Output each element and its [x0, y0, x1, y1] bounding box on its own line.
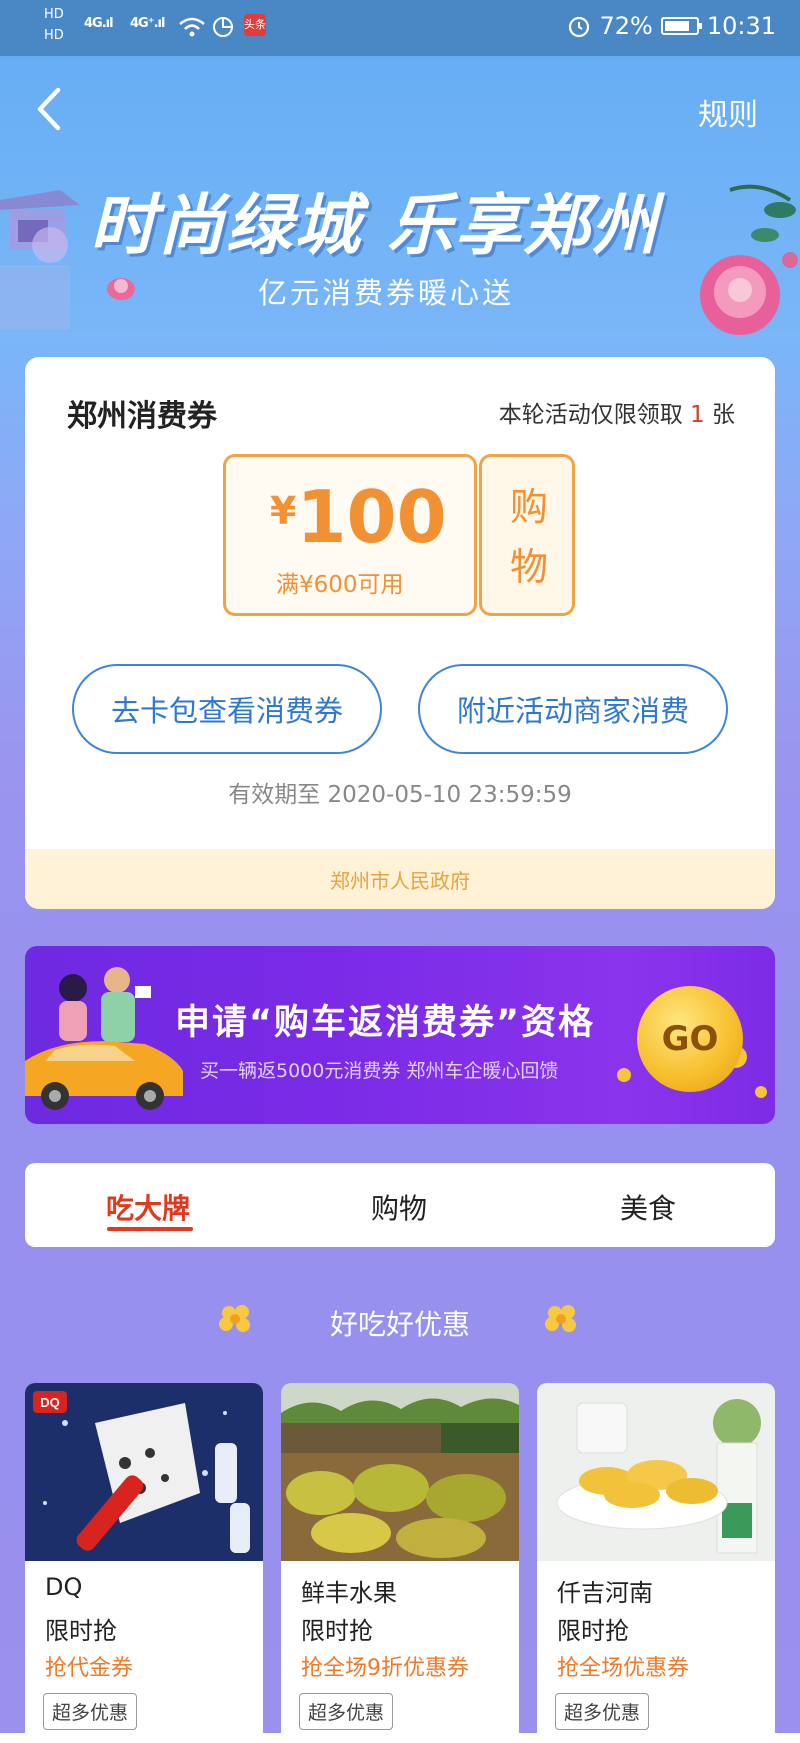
product-badge: 超多优惠 [43, 1693, 138, 1730]
product-tag: 限时抢 [557, 1617, 629, 1645]
product-tag: 限时抢 [301, 1617, 373, 1645]
coupon-type-section: 购物 [479, 454, 575, 616]
product-card-xianfeng[interactable]: 鲜丰水果 限时抢 抢全场9折优惠券 超多优惠 [281, 1383, 519, 1743]
coin-decoration [617, 1068, 631, 1082]
toutiao-app-icon: 头条 [244, 14, 266, 36]
coupon-condition: 满¥600可用 [276, 572, 404, 598]
coin-decoration [755, 1086, 767, 1098]
battery-percent: 72% [599, 12, 653, 40]
tab-brands[interactable]: 吃大牌 [106, 1187, 190, 1227]
banner-subtitle: 买一辆返5000元消费券 郑州车企暖心回馈 [200, 1060, 559, 1082]
dq-blizzard-image: DQ [25, 1383, 263, 1561]
banner-title: 申请“购车返消费券”资格 [175, 1003, 596, 1043]
coupon-ticket[interactable]: ¥100 满¥600可用 购物 [223, 454, 575, 616]
pinwheel-icon [213, 17, 233, 37]
product-card-dq[interactable]: DQ DQ 限时抢 抢代金券 超多优惠 [25, 1383, 263, 1743]
dq-logo: DQ [40, 1395, 60, 1410]
product-offer: 抢代金券 [45, 1656, 134, 1681]
claim-limit-count: 1 [690, 402, 705, 428]
product-name: 仟吉河南 [557, 1579, 653, 1607]
section-title: 好吃好优惠 [329, 1308, 470, 1341]
currency-symbol: ¥ [270, 489, 297, 533]
hd-indicators: HD HD [44, 8, 64, 42]
status-right: 72% 10:31 [567, 12, 776, 40]
pastry-image [537, 1383, 775, 1561]
active-tab-indicator [107, 1227, 193, 1231]
tab-shopping[interactable]: 购物 [371, 1187, 427, 1227]
view-wallet-button[interactable]: 去卡包查看消费券 [72, 664, 382, 754]
lotus-icon [107, 278, 135, 300]
product-tag: 限时抢 [45, 1617, 117, 1645]
coupon-card-title: 郑州消费券 [67, 399, 217, 434]
issuer-footer: 郑州市人民政府 [25, 849, 775, 909]
coupon-card: 郑州消费券 本轮活动仅限领取 1 张 ¥100 满¥600可用 购物 去卡包查看… [25, 357, 775, 909]
clock: 10:31 [706, 12, 776, 40]
product-offer: 抢全场优惠券 [557, 1656, 690, 1681]
wifi-icon [179, 17, 205, 37]
hero-subtitle: 亿元消费券暖心送 [258, 276, 515, 310]
alarm-icon [569, 16, 590, 38]
status-bar: HD HD 4G.ıl 4G⁺.ıl 头条 72% 10:31 [0, 0, 800, 56]
hd1-label: HD [44, 7, 64, 22]
fruit-store-image [281, 1383, 519, 1561]
product-name: DQ [45, 1573, 83, 1601]
product-card-qianji[interactable]: 仟吉河南 限时抢 抢全场优惠券 超多优惠 [537, 1383, 775, 1743]
back-arrow-icon[interactable] [30, 84, 70, 134]
signal-2-icon: 4G⁺.ıl [130, 16, 165, 31]
battery-icon [660, 17, 702, 35]
go-button[interactable]: GO [637, 986, 743, 1092]
coupon-value-section: ¥100 满¥600可用 [223, 454, 477, 616]
product-badge: 超多优惠 [555, 1693, 650, 1730]
hero-title: 时尚绿城 乐享郑州 [90, 187, 659, 264]
coupon-amount: ¥100 [270, 475, 447, 559]
car-purchase-banner[interactable]: 申请“购车返消费券”资格 买一辆返5000元消费券 郑州车企暖心回馈 GO [25, 946, 775, 1124]
pavilion-decoration [0, 190, 80, 330]
rules-link[interactable]: 规则 [698, 90, 758, 134]
hd2-label: HD [44, 28, 64, 43]
category-tabs: 吃大牌 购物 美食 [25, 1163, 775, 1247]
issuer-name: 郑州市人民政府 [330, 868, 470, 893]
product-offer: 抢全场9折优惠券 [301, 1656, 469, 1681]
product-badge: 超多优惠 [299, 1693, 394, 1730]
coupon-type: 购物 [509, 485, 548, 589]
product-name: 鲜丰水果 [301, 1579, 397, 1607]
coupon-value: 100 [296, 475, 447, 559]
flower-icon [545, 1305, 576, 1332]
tab-food[interactable]: 美食 [620, 1187, 676, 1227]
peony-decoration [700, 184, 798, 335]
nearby-merchants-button[interactable]: 附近活动商家消费 [418, 664, 728, 754]
claim-limit: 本轮活动仅限领取 1 张 [498, 402, 735, 428]
signal-1-icon: 4G.ıl [84, 16, 114, 31]
validity-text: 有效期至 2020-05-10 23:59:59 [228, 782, 572, 808]
car-family-illustration [25, 967, 183, 1110]
